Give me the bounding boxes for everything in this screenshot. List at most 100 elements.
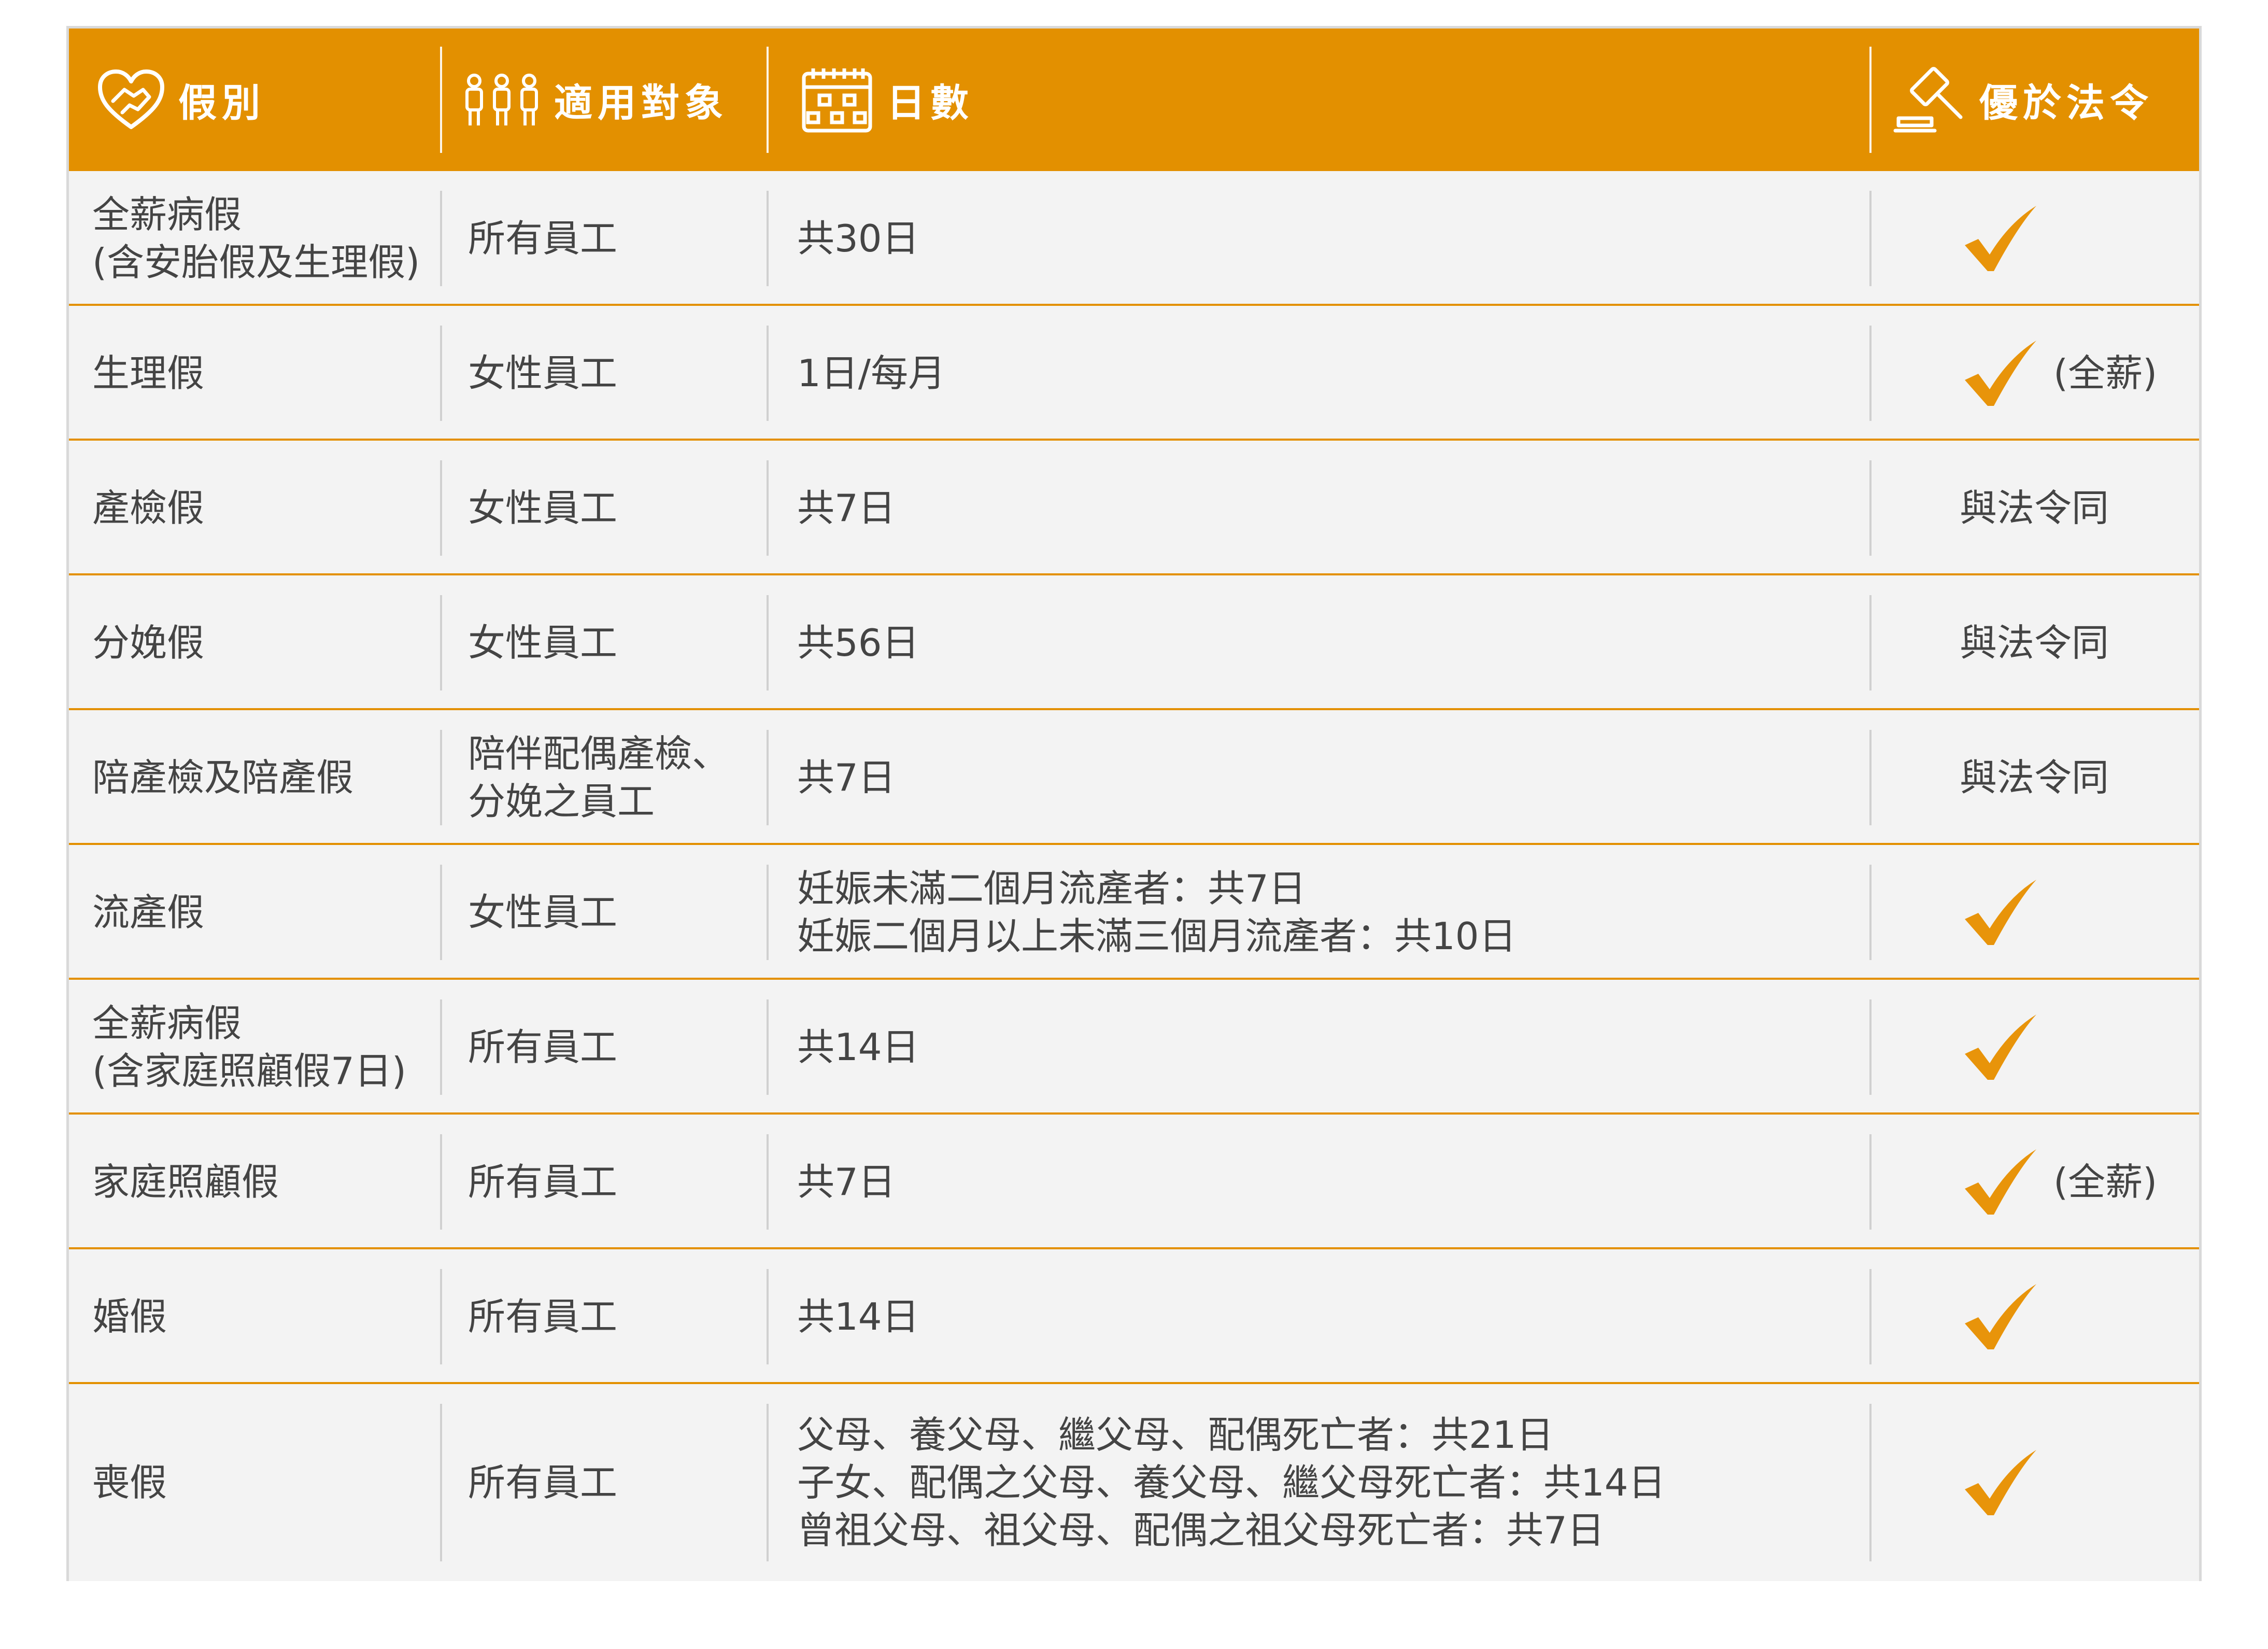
cell-days: 共7日 (797, 710, 896, 845)
priv-note: (全薪) (2053, 351, 2158, 395)
cell-type: 婚假 (92, 1249, 167, 1384)
header-target: 適用對象 (463, 29, 728, 171)
days-text: 共14日 (797, 1295, 919, 1338)
days-text: 妊娠二個月以上未滿三個月流產者：共10日 (797, 914, 1516, 958)
cell-type: 分娩假 (92, 575, 204, 710)
cell-type: 流產假 (92, 845, 204, 980)
cell-target: 女性員工 (468, 306, 617, 441)
cell-type: 產檢假 (92, 441, 204, 575)
cell-priv: 與法令同 (1869, 575, 2199, 710)
priv-note: (全薪) (2053, 1160, 2158, 1204)
target-text: 所有員工 (468, 1461, 618, 1504)
target-text: 所有員工 (468, 1160, 618, 1204)
table-row: 婚假 所有員工 共14日 (69, 1249, 2199, 1384)
cell-days: 1日/每月 (797, 306, 945, 441)
target-text: 女性員工 (468, 351, 618, 395)
days-text: 子女、配偶之父母、養父母、繼父母死亡者：共14日 (797, 1461, 1666, 1504)
days-text: 共56日 (797, 621, 919, 665)
type-text: 陪產檢及陪產假 (92, 756, 354, 799)
cell-target: 所有員工 (468, 980, 617, 1115)
days-text: 父母、養父母、繼父母、配偶死亡者：共21日 (797, 1413, 1554, 1457)
table-row: 流產假 女性員工 妊娠未滿二個月流產者：共7日 妊娠二個月以上未滿三個月流產者：共10… (69, 845, 2199, 980)
cell-type: 生理假 (92, 306, 204, 441)
target-text: 女性員工 (468, 891, 618, 934)
type-text: (含家庭照顧假7日) (92, 1049, 406, 1093)
cell-target: 女性員工 (468, 441, 617, 575)
cell-priv (1869, 1249, 2199, 1384)
table-row: 全薪病假 (含安胎假及生理假) 所有員工 共30日 (69, 171, 2199, 306)
cell-target: 所有員工 (468, 171, 617, 306)
header-type: 假別 (97, 29, 265, 171)
leave-table: 假別 適用對象 日數 優於法令 全薪病假 (含安胎假及生理假) 所有員工 共30… (66, 26, 2202, 1581)
cell-target: 陪伴配偶產檢、 分娩之員工 (468, 710, 729, 845)
cell-priv (1869, 980, 2199, 1115)
check-icon (1965, 206, 2036, 271)
type-text: 生理假 (92, 351, 205, 395)
table-header: 假別 適用對象 日數 優於法令 (69, 29, 2199, 171)
check-icon (1965, 1450, 2036, 1515)
header-priv-label: 優於法令 (1979, 81, 2153, 125)
table-row: 生理假 女性員工 1日/每月 (全薪) (69, 306, 2199, 441)
days-text: 共7日 (797, 486, 896, 530)
cell-priv (1869, 171, 2199, 306)
cell-target: 女性員工 (468, 575, 617, 710)
cell-priv: 與法令同 (1869, 441, 2199, 575)
cell-target: 所有員工 (468, 1249, 617, 1384)
header-days-label: 日數 (887, 81, 974, 125)
target-text: 女性員工 (468, 621, 618, 665)
header-days: 日數 (801, 29, 974, 171)
cell-type: 陪產檢及陪產假 (92, 710, 353, 845)
calendar-icon (802, 68, 872, 132)
check-icon (1965, 1149, 2036, 1215)
cell-priv (1869, 1384, 2199, 1581)
type-text: 全薪病假 (92, 1002, 242, 1045)
days-text: 共7日 (797, 1160, 896, 1204)
target-text: 女性員工 (468, 486, 618, 530)
header-priv: 優於法令 (1893, 29, 2153, 171)
heart-handshake-icon (98, 69, 164, 129)
days-text: 共7日 (797, 756, 896, 799)
cell-priv (1869, 845, 2199, 980)
cell-type: 喪假 (92, 1384, 167, 1581)
type-text: 全薪病假 (92, 193, 242, 236)
days-text: 曾祖父母、祖父母、配偶之祖父母死亡者：共7日 (797, 1509, 1605, 1552)
table-row: 家庭照顧假 所有員工 共7日 (全薪) (69, 1115, 2199, 1249)
table-row: 喪假 所有員工 父母、養父母、繼父母、配偶死亡者：共21日 子女、配偶之父母、養父母、… (69, 1384, 2199, 1581)
cell-days: 共7日 (797, 1115, 896, 1249)
cell-type: 全薪病假 (含家庭照顧假7日) (92, 980, 406, 1115)
target-text: 所有員工 (468, 217, 618, 260)
priv-text: 與法令同 (1959, 756, 2109, 799)
days-text: 1日/每月 (797, 351, 946, 395)
cell-days: 父母、養父母、繼父母、配偶死亡者：共21日 子女、配偶之父母、養父母、繼父母死亡者… (797, 1384, 1666, 1581)
header-target-label: 適用對象 (554, 81, 728, 125)
cell-type: 全薪病假 (含安胎假及生理假) (92, 171, 420, 306)
cell-days: 共14日 (797, 980, 919, 1115)
header-type-label: 假別 (178, 81, 265, 125)
cell-priv: (全薪) (1869, 1115, 2199, 1249)
days-text: 妊娠未滿二個月流產者：共7日 (797, 867, 1306, 910)
cell-days: 共30日 (797, 171, 919, 306)
cell-days: 共14日 (797, 1249, 919, 1384)
table-row: 全薪病假 (含家庭照顧假7日) 所有員工 共14日 (69, 980, 2199, 1115)
priv-text: 與法令同 (1959, 621, 2109, 665)
type-text: 流產假 (92, 891, 205, 934)
target-text: 所有員工 (468, 1295, 618, 1338)
check-icon (1965, 1284, 2036, 1349)
gavel-icon (1893, 66, 1963, 132)
check-icon (1965, 341, 2036, 406)
people-group-icon (465, 73, 538, 125)
days-text: 共14日 (797, 1025, 919, 1069)
cell-days: 妊娠未滿二個月流產者：共7日 妊娠二個月以上未滿三個月流產者：共10日 (797, 845, 1516, 980)
target-text: 所有員工 (468, 1025, 618, 1069)
type-text: 婚假 (92, 1295, 167, 1338)
type-text: (含安胎假及生理假) (92, 241, 420, 284)
check-icon (1965, 880, 2036, 945)
type-text: 喪假 (92, 1461, 167, 1504)
check-icon (1965, 1014, 2036, 1080)
cell-days: 共56日 (797, 575, 919, 710)
table-row: 陪產檢及陪產假 陪伴配偶產檢、 分娩之員工 共7日 與法令同 (69, 710, 2199, 845)
cell-priv: (全薪) (1869, 306, 2199, 441)
type-text: 產檢假 (92, 486, 205, 530)
target-text: 陪伴配偶產檢、 (468, 732, 730, 776)
type-text: 家庭照顧假 (92, 1160, 279, 1204)
